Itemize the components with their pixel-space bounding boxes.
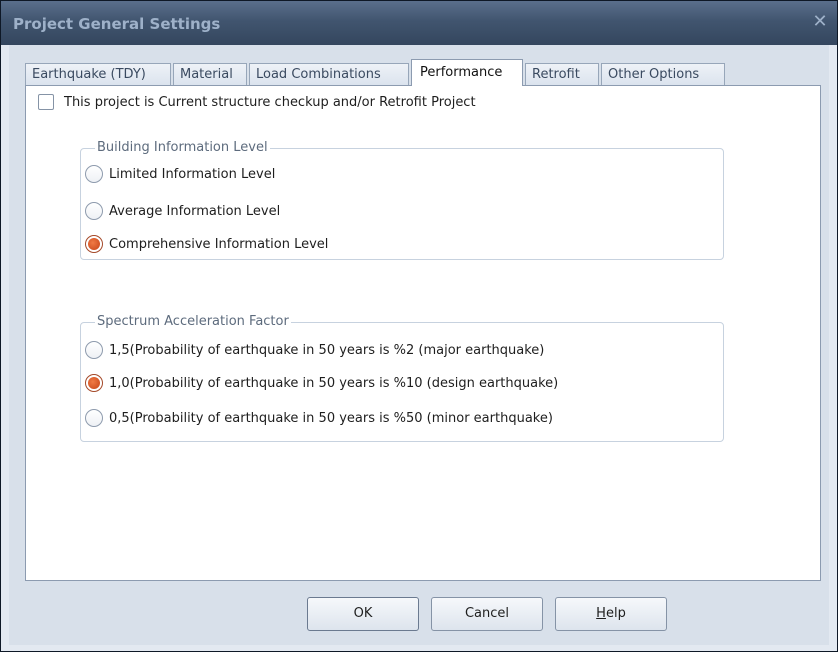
spectrum-acceleration-factor-group: Spectrum Acceleration Factor 1,5(Probabi…	[80, 314, 724, 442]
radio-label: 1,0(Probability of earthquake in 50 year…	[109, 375, 559, 391]
project-general-settings-dialog: Project General Settings ✕ Earthquake (T…	[0, 0, 838, 652]
radio-button[interactable]	[85, 165, 103, 183]
dialog-body: Earthquake (TDY) Material Load Combinati…	[9, 45, 829, 645]
help-label-rest: elp	[605, 606, 626, 621]
help-button[interactable]: Help	[555, 597, 667, 631]
retrofit-project-label: This project is Current structure checku…	[64, 94, 476, 110]
radio-button-checked[interactable]	[85, 374, 103, 392]
radio-average-information-level[interactable]: Average Information Level	[85, 202, 280, 220]
radio-button-checked[interactable]	[85, 235, 103, 253]
ok-button[interactable]: OK	[307, 597, 419, 631]
radio-spectrum-1-0[interactable]: 1,0(Probability of earthquake in 50 year…	[85, 374, 558, 392]
performance-panel: This project is Current structure checku…	[25, 85, 821, 581]
window-title: Project General Settings	[13, 15, 221, 33]
radio-limited-information-level[interactable]: Limited Information Level	[85, 165, 275, 183]
radio-label: 1,5(Probability of earthquake in 50 year…	[109, 342, 545, 358]
help-mnemonic: H	[596, 606, 606, 621]
spectrum-acceleration-factor-legend: Spectrum Acceleration Factor	[95, 314, 291, 329]
radio-button[interactable]	[85, 341, 103, 359]
title-bar[interactable]: Project General Settings ✕	[1, 1, 837, 45]
building-information-level-legend: Building Information Level	[95, 140, 270, 155]
radio-label: Limited Information Level	[109, 166, 276, 182]
radio-button[interactable]	[85, 202, 103, 220]
cancel-button[interactable]: Cancel	[431, 597, 543, 631]
tab-retrofit[interactable]: Retrofit	[525, 63, 599, 85]
tab-material[interactable]: Material	[173, 63, 247, 85]
radio-spectrum-1-5[interactable]: 1,5(Probability of earthquake in 50 year…	[85, 341, 544, 359]
radio-label: 0,5(Probability of earthquake in 50 year…	[109, 410, 553, 426]
radio-comprehensive-information-level[interactable]: Comprehensive Information Level	[85, 235, 328, 253]
radio-label: Average Information Level	[109, 203, 281, 219]
radio-button[interactable]	[85, 409, 103, 427]
tab-other-options[interactable]: Other Options	[601, 63, 725, 85]
tab-earthquake-tdy[interactable]: Earthquake (TDY)	[25, 63, 171, 85]
retrofit-project-option[interactable]: This project is Current structure checku…	[38, 94, 476, 110]
tab-load-combinations[interactable]: Load Combinations	[249, 63, 409, 85]
radio-label: Comprehensive Information Level	[109, 236, 329, 252]
retrofit-project-checkbox[interactable]	[38, 94, 54, 110]
radio-spectrum-0-5[interactable]: 0,5(Probability of earthquake in 50 year…	[85, 409, 553, 427]
tab-performance[interactable]: Performance	[411, 59, 523, 86]
close-icon[interactable]: ✕	[809, 11, 831, 33]
building-information-level-group: Building Information Level Limited Infor…	[80, 140, 724, 260]
